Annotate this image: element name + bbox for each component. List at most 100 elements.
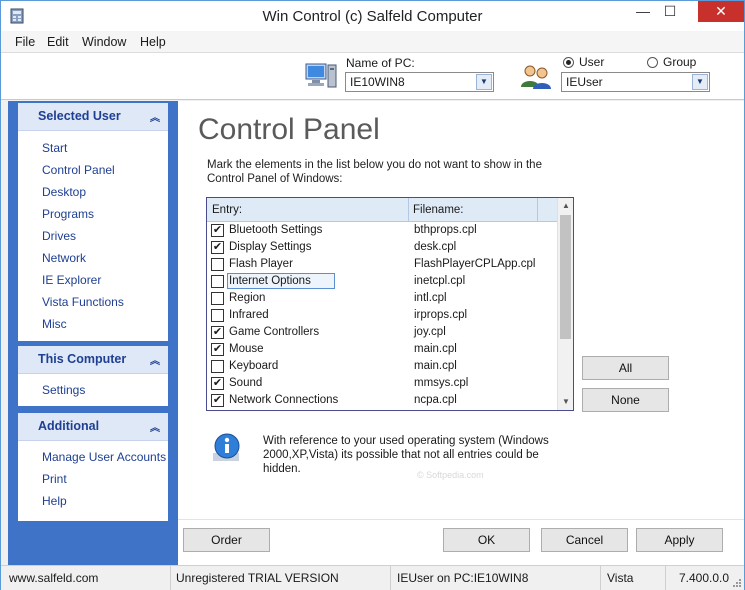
table-row[interactable]: ✔ Game Controllers joy.cpl bbox=[207, 324, 557, 341]
none-button[interactable]: None bbox=[582, 388, 669, 412]
radio-user-label: User bbox=[579, 55, 605, 69]
scroll-up-icon[interactable]: ▲ bbox=[558, 198, 573, 214]
row-entry: Game Controllers bbox=[229, 326, 320, 338]
apply-button[interactable]: Apply bbox=[636, 528, 723, 552]
maximize-button[interactable]: ☐ bbox=[657, 1, 683, 22]
row-checkbox[interactable]: ✔ bbox=[211, 224, 224, 237]
row-checkbox[interactable] bbox=[211, 275, 224, 288]
sidebar-item-settings[interactable]: Settings bbox=[42, 383, 85, 397]
group-title: Additional bbox=[38, 419, 100, 433]
scroll-down-icon[interactable]: ▼ bbox=[558, 394, 573, 410]
ok-button[interactable]: OK bbox=[443, 528, 530, 552]
radio-user-indicator[interactable] bbox=[563, 57, 574, 68]
sidebar-item-print[interactable]: Print bbox=[42, 472, 67, 486]
row-entry: Flash Player bbox=[229, 258, 293, 270]
user-combo[interactable]: IEUser ▼ bbox=[561, 72, 710, 92]
sidebar-item-manage-user-accounts[interactable]: Manage User Accounts bbox=[42, 450, 166, 464]
row-checkbox[interactable] bbox=[211, 360, 224, 373]
sidebar-item-control-panel[interactable]: Control Panel bbox=[42, 163, 115, 177]
status-website: www.salfeld.com bbox=[1, 566, 171, 590]
group-header[interactable]: This Computer ︽ bbox=[18, 346, 168, 374]
row-checkbox[interactable]: ✔ bbox=[211, 394, 224, 407]
row-checkbox[interactable]: ✔ bbox=[211, 241, 224, 254]
sidebar-item-drives[interactable]: Drives bbox=[42, 229, 76, 243]
resize-grip-icon[interactable] bbox=[732, 578, 742, 588]
radio-group[interactable]: Group bbox=[647, 55, 696, 69]
row-entry: Region bbox=[229, 292, 266, 304]
sidebar: Selected User ︽ Start Control Panel Desk… bbox=[8, 101, 178, 567]
row-checkbox[interactable] bbox=[211, 258, 224, 271]
collapse-icon[interactable]: ︽ bbox=[150, 352, 160, 367]
table-row[interactable]: ✔ Bluetooth Settings bthprops.cpl bbox=[207, 222, 557, 239]
menu-window[interactable]: Window bbox=[82, 35, 126, 49]
cancel-button[interactable]: Cancel bbox=[541, 528, 628, 552]
column-filename[interactable]: Filename: bbox=[413, 204, 464, 216]
chevron-down-icon[interactable]: ▼ bbox=[476, 74, 492, 90]
row-filename: irprops.cpl bbox=[414, 309, 468, 321]
footer-bar: Order OK Cancel Apply bbox=[178, 519, 744, 565]
all-button[interactable]: All bbox=[582, 356, 669, 380]
row-filename: desk.cpl bbox=[414, 241, 457, 253]
radio-group-label: Group bbox=[663, 55, 697, 69]
row-entry: Sound bbox=[229, 377, 263, 389]
row-filename: bthprops.cpl bbox=[414, 224, 477, 236]
instructions-text: Mark the elements in the list below you … bbox=[207, 159, 542, 185]
minimize-button[interactable]: — bbox=[630, 1, 656, 22]
sidebar-item-network[interactable]: Network bbox=[42, 251, 86, 265]
list-header: Entry: Filename: bbox=[207, 198, 557, 222]
row-entry: Internet Options bbox=[227, 273, 335, 289]
radio-group-indicator[interactable] bbox=[647, 57, 658, 68]
sidebar-item-ie-explorer[interactable]: IE Explorer bbox=[42, 273, 101, 287]
row-filename: inetcpl.cpl bbox=[414, 275, 466, 287]
row-filename: mmsys.cpl bbox=[414, 377, 469, 389]
sidebar-item-start[interactable]: Start bbox=[42, 141, 67, 155]
row-checkbox[interactable]: ✔ bbox=[211, 326, 224, 339]
table-row[interactable]: Infrared irprops.cpl bbox=[207, 307, 557, 324]
chevron-down-icon[interactable]: ▼ bbox=[692, 74, 708, 90]
status-bar: www.salfeld.com Unregistered TRIAL VERSI… bbox=[1, 565, 744, 590]
radio-user[interactable]: User bbox=[563, 55, 604, 69]
menu-edit[interactable]: Edit bbox=[47, 35, 69, 49]
row-checkbox[interactable]: ✔ bbox=[211, 377, 224, 390]
column-entry[interactable]: Entry: bbox=[212, 204, 242, 216]
group-header[interactable]: Selected User ︽ bbox=[18, 103, 168, 131]
table-row[interactable]: Flash Player FlashPlayerCPLApp.cpl bbox=[207, 256, 557, 273]
collapse-icon[interactable]: ︽ bbox=[150, 109, 160, 124]
collapse-icon[interactable]: ︽ bbox=[150, 419, 160, 434]
sidebar-item-misc[interactable]: Misc bbox=[42, 317, 67, 331]
column-divider[interactable] bbox=[408, 198, 409, 222]
row-checkbox[interactable]: ✔ bbox=[211, 343, 224, 356]
row-entry: Display Settings bbox=[229, 241, 312, 253]
table-row[interactable]: Keyboard main.cpl bbox=[207, 358, 557, 375]
sidebar-item-desktop[interactable]: Desktop bbox=[42, 185, 86, 199]
column-divider[interactable] bbox=[537, 198, 538, 222]
group-selected-user: Selected User ︽ Start Control Panel Desk… bbox=[18, 103, 168, 341]
table-row[interactable]: Internet Options inetcpl.cpl bbox=[207, 273, 557, 290]
table-row[interactable]: ✔ Network Connections ncpa.cpl bbox=[207, 392, 557, 409]
status-license: Unregistered TRIAL VERSION bbox=[171, 566, 391, 590]
list-scrollbar[interactable]: ▲ ▼ bbox=[557, 198, 573, 410]
table-row[interactable]: Region intl.cpl bbox=[207, 290, 557, 307]
table-row[interactable]: ✔ Mouse main.cpl bbox=[207, 341, 557, 358]
pc-name-combo[interactable]: IE10WIN8 ▼ bbox=[345, 72, 494, 92]
row-filename: ncpa.cpl bbox=[414, 394, 457, 406]
scroll-thumb[interactable] bbox=[560, 215, 571, 339]
sidebar-item-programs[interactable]: Programs bbox=[42, 207, 94, 221]
close-button[interactable]: ✕ bbox=[698, 1, 744, 22]
group-header[interactable]: Additional ︽ bbox=[18, 413, 168, 441]
table-row[interactable]: ✔ Sound mmsys.cpl bbox=[207, 375, 557, 392]
group-title: Selected User bbox=[38, 109, 121, 123]
user-value: IEUser bbox=[566, 75, 603, 89]
sidebar-item-help[interactable]: Help bbox=[42, 494, 67, 508]
entries-list[interactable]: Entry: Filename: ✔ Bluetooth Settings bthp… bbox=[206, 197, 574, 411]
row-checkbox[interactable] bbox=[211, 309, 224, 322]
menu-file[interactable]: File bbox=[15, 35, 35, 49]
table-row[interactable]: ✔ Display Settings desk.cpl bbox=[207, 239, 557, 256]
row-checkbox[interactable] bbox=[211, 292, 224, 305]
title-bar: Win Control (c) Salfeld Computer — ☐ ✕ bbox=[1, 1, 744, 31]
pc-name-value: IE10WIN8 bbox=[350, 75, 405, 89]
menu-help[interactable]: Help bbox=[140, 35, 166, 49]
row-entry: Keyboard bbox=[229, 360, 279, 372]
sidebar-item-vista-functions[interactable]: Vista Functions bbox=[42, 295, 124, 309]
order-button[interactable]: Order bbox=[183, 528, 270, 552]
